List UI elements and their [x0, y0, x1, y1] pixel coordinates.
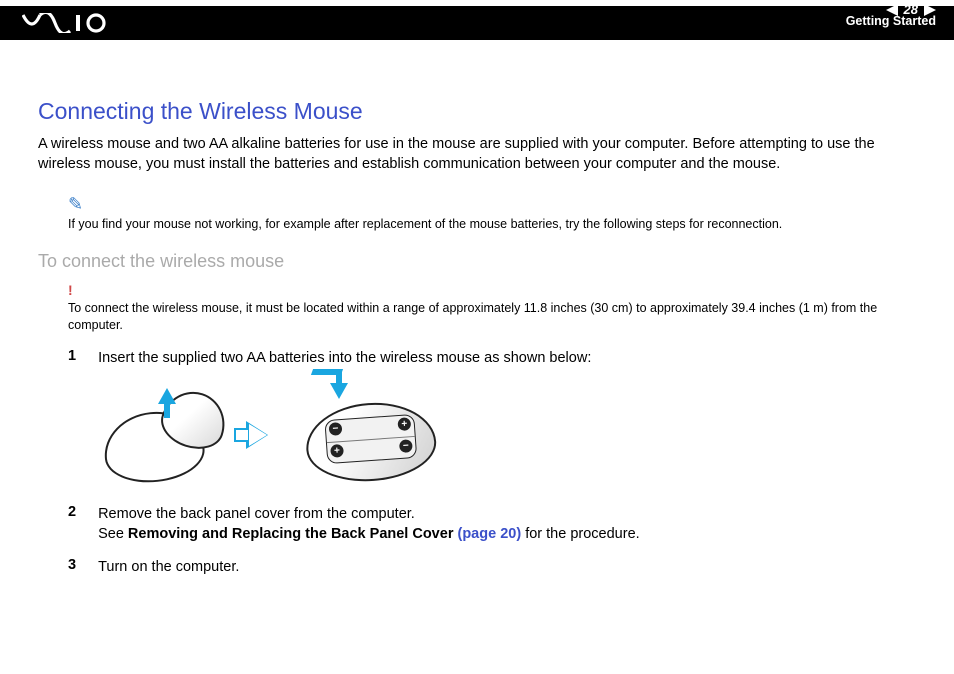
battery-minus-icon: − [329, 422, 343, 436]
note-text: If you find your mouse not working, for … [68, 217, 782, 231]
warning-icon: ! [68, 282, 73, 298]
step-text: Remove the back panel cover from the com… [98, 504, 916, 545]
next-step-arrow-icon [252, 421, 274, 449]
step-2-suffix: for the procedure. [521, 526, 640, 542]
mouse-open-drawing: − + + − [292, 385, 462, 485]
warning-block: ! To connect the wireless mouse, it must… [68, 282, 916, 334]
section-label: Getting Started [846, 14, 936, 28]
page-link[interactable]: (page 20) [458, 526, 522, 542]
lift-cover-arrow-icon [158, 388, 176, 404]
step-number: 3 [38, 557, 76, 577]
vaio-logo [22, 13, 108, 33]
step-2-prefix: See [98, 526, 128, 542]
intro-paragraph: A wireless mouse and two AA alkaline bat… [38, 135, 916, 174]
battery-minus-icon: − [399, 439, 413, 453]
battery-plus-icon: + [397, 417, 411, 431]
battery-bay: − + + − [324, 414, 417, 464]
step-2-crossref-title: Removing and Replacing the Back Panel Co… [128, 526, 458, 542]
step-2-line1: Remove the back panel cover from the com… [98, 506, 415, 522]
battery-illustration: − + + − [104, 380, 916, 490]
steps-list: 1 Insert the supplied two AA batteries i… [38, 348, 916, 368]
page-content: Connecting the Wireless Mouse A wireless… [0, 40, 954, 577]
note-block: ✎ If you find your mouse not working, fo… [68, 194, 916, 233]
step-number: 1 [38, 348, 76, 368]
steps-list-cont: 2 Remove the back panel cover from the c… [38, 504, 916, 577]
note-icon: ✎ [68, 194, 916, 215]
insert-battery-arrow-icon [330, 383, 348, 399]
step-text: Turn on the computer. [98, 557, 916, 577]
step-text: Insert the supplied two AA batteries int… [98, 348, 916, 368]
step-1: 1 Insert the supplied two AA batteries i… [38, 348, 916, 368]
page-title: Connecting the Wireless Mouse [38, 98, 916, 125]
battery-plus-icon: + [330, 444, 344, 458]
procedure-heading: To connect the wireless mouse [38, 251, 916, 272]
step-number: 2 [38, 504, 76, 545]
mouse-closed-drawing [104, 388, 234, 482]
header-bar: 28 Getting Started [0, 6, 954, 40]
step-3: 3 Turn on the computer. [38, 557, 916, 577]
warning-text: To connect the wireless mouse, it must b… [68, 300, 916, 334]
step-2: 2 Remove the back panel cover from the c… [38, 504, 916, 545]
